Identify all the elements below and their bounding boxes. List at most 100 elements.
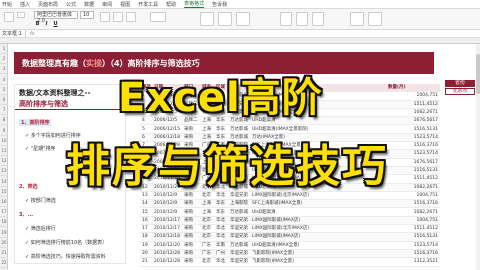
table-cell[interactable]: 飞影影院(IMAX全景) — [252, 250, 386, 258]
table-cell[interactable]: 1516,5131 — [388, 233, 438, 241]
row-number[interactable]: 1 — [0, 44, 8, 54]
table-row[interactable]: 14 2010/12/9 采购 上海 华东 上海影院 SFC上海影城(IMAX全景) 1516… — [140, 200, 440, 209]
ribbon-tab[interactable]: 数据 — [84, 1, 94, 8]
table-cell[interactable]: 1516,3716 — [388, 250, 438, 258]
table-cell[interactable]: 1004,751 — [388, 192, 438, 200]
table-cell[interactable]: 15 — [142, 209, 154, 217]
table-cell[interactable]: 广东 — [202, 250, 216, 258]
row-number[interactable]: 6 — [0, 95, 8, 105]
row-number[interactable]: 4 — [0, 75, 8, 85]
table-cell[interactable]: 上海 — [202, 126, 216, 134]
row-number[interactable]: 12 — [0, 156, 8, 167]
table-cell[interactable]: 1312,3521 — [388, 258, 438, 266]
table-cell[interactable]: UHD超高清(IMAX全景) — [252, 242, 386, 250]
table-cell[interactable]: 北京 — [202, 217, 216, 225]
table-cell[interactable]: 1523,5714 — [388, 150, 438, 158]
column-header[interactable]: 数量(月) — [388, 84, 438, 92]
row-number[interactable]: 10 — [0, 136, 8, 146]
table-row[interactable]: 13 2010/12/9 采购 北京 华北 华谊兄弟 LIMX国际影城(北京IMAX店) 10… — [140, 192, 440, 201]
table-cell[interactable]: 上海 — [202, 209, 216, 217]
vertical-scrollbar[interactable] — [476, 44, 480, 270]
find-select-icon[interactable] — [368, 12, 382, 26]
table-cell[interactable]: 14 — [142, 200, 154, 208]
table-cell[interactable]: 2010/12/9 — [154, 200, 184, 208]
table-cell[interactable]: 采购 — [184, 126, 202, 134]
table-cell[interactable]: 华谊兄弟 — [230, 258, 252, 266]
ribbon-tab[interactable]: 插入 — [20, 1, 30, 8]
table-cell[interactable]: 采购 — [184, 200, 202, 208]
table-cell[interactable]: 1082,2671 — [388, 209, 438, 217]
row-number[interactable]: 11 — [0, 146, 8, 156]
table-cell[interactable]: 华北 — [216, 258, 230, 266]
table-cell[interactable]: 16 — [142, 217, 154, 225]
row-number[interactable]: 21 — [0, 248, 8, 258]
table-cell[interactable]: 采购 — [184, 233, 202, 241]
row-number[interactable]: 17 — [0, 207, 8, 218]
table-cell[interactable]: 北京 — [202, 192, 216, 200]
table-cell[interactable]: LIMX国际影城(IMAX店) — [252, 233, 386, 241]
align-center-icon[interactable] — [113, 12, 123, 22]
font-name-select[interactable]: 阿里巴巴普惠体 2.0 — [34, 11, 78, 24]
table-cell[interactable]: 万达影城 — [230, 209, 252, 217]
row-number[interactable]: 20 — [0, 238, 8, 248]
table-cell[interactable]: 2010/12/17 — [154, 217, 184, 225]
table-cell[interactable]: 1676,5617 — [388, 159, 438, 167]
align-left-icon[interactable] — [100, 12, 110, 22]
format-as-table-icon[interactable] — [218, 12, 232, 26]
table-cell[interactable]: 广州 — [216, 250, 230, 258]
table-cell[interactable]: 2010/12/28 — [154, 258, 184, 266]
scrollbar-thumb[interactable] — [476, 54, 480, 94]
table-cell[interactable]: LIMX国际影城(IMAX店) — [252, 217, 386, 225]
table-cell[interactable]: 1516,3716 — [388, 142, 438, 150]
table-cell[interactable]: 1676,5617 — [388, 117, 438, 125]
table-cell[interactable]: 2010/12/28 — [154, 250, 184, 258]
italic-button[interactable]: I — [43, 21, 50, 28]
table-cell[interactable]: 北京 — [202, 233, 216, 241]
table-cell[interactable]: 华谊兄弟 — [230, 250, 252, 258]
table-row[interactable]: 18 2010/12/18 采购 北京 华北 华谊兄弟 LIMX国际影城(IMAX店) 151… — [140, 233, 440, 242]
row-number[interactable]: 2 — [0, 54, 8, 65]
table-cell[interactable]: 1082,2671 — [388, 184, 438, 192]
table-cell[interactable]: 1004,751 — [388, 217, 438, 225]
cell-styles-icon[interactable] — [236, 12, 250, 26]
table-cell[interactable]: 采购 — [184, 242, 202, 250]
bold-button[interactable]: B — [34, 21, 41, 28]
table-row[interactable]: 16 2010/12/17 采购 北京 华北 华谊兄弟 LIMX国际影城(IMAX店) 100… — [140, 216, 440, 226]
table-cell[interactable]: 1523,5714 — [388, 134, 438, 142]
table-row[interactable]: 17 2010/12/17 采购 北京 华北 华谊兄弟 LIMX国际影城(北京IMAX店) 1… — [140, 225, 440, 234]
table-cell[interactable]: 19 — [142, 242, 154, 250]
row-number[interactable]: 22 — [0, 258, 8, 269]
ribbon-tab[interactable]: 审阅 — [102, 1, 112, 8]
sort-filter-icon[interactable] — [350, 12, 364, 26]
table-cell[interactable]: 华南 — [216, 242, 230, 250]
row-number[interactable]: 16 — [0, 197, 8, 207]
ribbon-tab[interactable]: 告诉我 — [212, 1, 227, 8]
table-cell[interactable]: 采购 — [184, 258, 202, 266]
table-cell[interactable]: 2010/12/9 — [154, 209, 184, 217]
table-cell[interactable]: 1511,4512 — [388, 101, 438, 109]
table-cell[interactable]: 上海影院 — [230, 200, 252, 208]
filter-value-cell[interactable]: 北京市 — [445, 88, 475, 95]
table-cell[interactable]: 上海 — [202, 200, 216, 208]
table-cell[interactable]: UHD超高清(IMAX全景影院) — [252, 126, 386, 134]
table-cell[interactable]: 1516,3716 — [388, 200, 438, 208]
table-cell[interactable]: 1511,4512 — [388, 225, 438, 233]
table-cell[interactable]: 5 — [142, 126, 154, 134]
table-cell[interactable]: 13 — [142, 192, 154, 200]
row-number[interactable]: 3 — [0, 64, 8, 75]
table-cell[interactable]: 采购 — [184, 217, 202, 225]
table-cell[interactable]: 2010/12/9 — [154, 192, 184, 200]
number-format-select[interactable] — [150, 12, 166, 22]
table-cell[interactable]: 华谊兄弟 — [230, 225, 252, 233]
table-cell[interactable]: 采购 — [184, 209, 202, 217]
table-cell[interactable]: 北京 — [202, 258, 216, 266]
table-cell[interactable]: 华北 — [216, 192, 230, 200]
table-cell[interactable]: 采购 — [184, 250, 202, 258]
table-row[interactable]: 21 2010/12/28 采购 北京 华北 华谊兄弟 飞影影院(IMAX全景) 1312,3… — [140, 258, 440, 267]
table-cell[interactable]: 万达影城 — [230, 242, 252, 250]
table-cell[interactable]: 华谊兄弟 — [230, 233, 252, 241]
ribbon-tab[interactable]: 公式 — [66, 1, 76, 8]
table-cell[interactable]: 2010/12/17 — [154, 225, 184, 233]
ribbon-tab[interactable]: 表格格式 — [184, 0, 205, 8]
ribbon-tab[interactable]: 帮助 — [166, 1, 176, 8]
